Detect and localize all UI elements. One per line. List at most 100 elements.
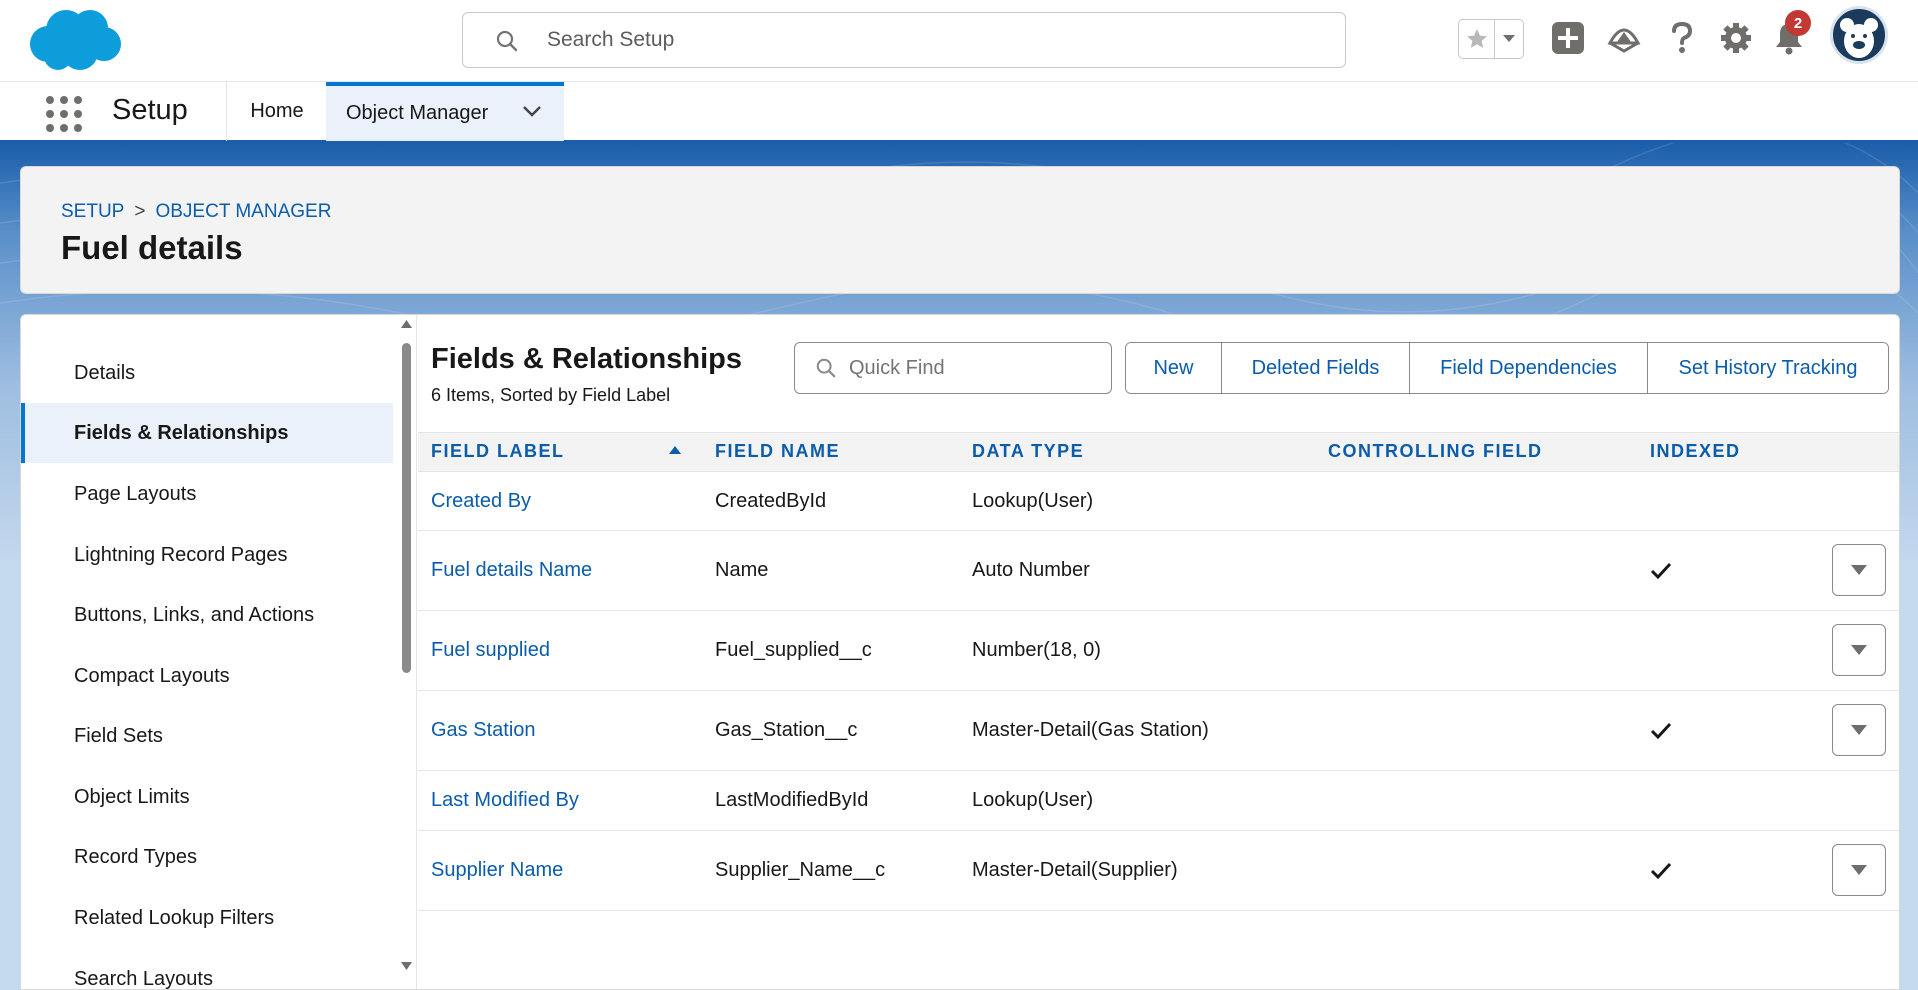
- field-name: Fuel_supplied__c: [715, 639, 872, 661]
- check-icon: [1650, 862, 1672, 880]
- quick-find-box[interactable]: [794, 342, 1112, 394]
- data-type: Lookup(User): [972, 490, 1094, 512]
- sidebar-item-page-layouts[interactable]: Page Layouts: [21, 464, 393, 524]
- search-icon: [816, 358, 836, 378]
- add-icon: [1552, 22, 1584, 54]
- row-actions-button[interactable]: [1832, 544, 1886, 596]
- breadcrumb: SETUP > OBJECT MANAGER: [61, 201, 331, 223]
- column-header-field-label[interactable]: FIELD LABEL: [431, 441, 565, 462]
- tab-home[interactable]: Home: [228, 82, 326, 141]
- section-title: Fields & Relationships: [431, 343, 742, 375]
- object-sidebar: Details Fields & Relationships Page Layo…: [21, 315, 417, 990]
- app-nav-bar: Setup Home Object Manager: [0, 81, 1918, 143]
- table-row: Fuel details Name Name Auto Number: [418, 531, 1899, 611]
- table-row: Fuel supplied Fuel_supplied__c Number(18…: [418, 611, 1899, 691]
- gear-icon: [1721, 23, 1751, 53]
- field-dependencies-button[interactable]: Field Dependencies: [1410, 343, 1648, 393]
- breadcrumb-setup[interactable]: SETUP: [61, 201, 124, 223]
- main-card: Details Fields & Relationships Page Layo…: [20, 314, 1900, 990]
- search-icon: [496, 30, 518, 52]
- chevron-down-icon: [1851, 865, 1867, 875]
- tab-object-manager[interactable]: Object Manager: [326, 82, 564, 141]
- field-name: Supplier_Name__c: [715, 859, 886, 881]
- table-row: Gas Station Gas_Station__c Master-Detail…: [418, 691, 1899, 771]
- avatar[interactable]: [1830, 6, 1888, 64]
- sidebar-scrollbar[interactable]: [397, 315, 415, 989]
- setup-gear-button[interactable]: [1714, 16, 1758, 60]
- page-title: Fuel details: [61, 229, 243, 266]
- table-row: Supplier Name Supplier_Name__c Master-De…: [418, 831, 1899, 911]
- sidebar-item-search-layouts[interactable]: Search Layouts: [21, 949, 393, 990]
- set-history-tracking-button[interactable]: Set History Tracking: [1648, 343, 1888, 393]
- data-type: Lookup(User): [972, 789, 1094, 811]
- chevron-down-icon[interactable]: [522, 104, 542, 118]
- scroll-up-icon[interactable]: [400, 319, 413, 329]
- field-label-link[interactable]: Last Modified By: [431, 789, 579, 812]
- setup-search-box[interactable]: [462, 12, 1346, 68]
- sidebar-item-related-lookup-filters[interactable]: Related Lookup Filters: [21, 888, 393, 948]
- breadcrumb-separator: >: [134, 201, 146, 222]
- field-name: LastModifiedById: [715, 789, 869, 811]
- trailhead-button[interactable]: [1602, 16, 1646, 60]
- notification-badge: 2: [1785, 10, 1811, 36]
- sidebar-item-field-sets[interactable]: Field Sets: [21, 706, 393, 766]
- chevron-down-icon: [1503, 35, 1515, 42]
- favorites-group: [1458, 19, 1524, 59]
- sidebar-item-buttons-links-actions[interactable]: Buttons, Links, and Actions: [21, 585, 393, 645]
- page-header: SETUP > OBJECT MANAGER Fuel details: [20, 166, 1900, 294]
- avatar-image: [1840, 18, 1878, 58]
- quick-find-input[interactable]: [849, 351, 1099, 385]
- sidebar-scroll-thumb[interactable]: [402, 343, 411, 673]
- field-actions-button-group: New Deleted Fields Field Dependencies Se…: [1125, 342, 1889, 394]
- field-name: CreatedById: [715, 490, 827, 512]
- row-actions-button[interactable]: [1832, 704, 1886, 756]
- section-subtitle: 6 Items, Sorted by Field Label: [431, 385, 671, 405]
- column-header-indexed[interactable]: INDEXED: [1650, 441, 1741, 462]
- salesforce-cloud-logo[interactable]: [24, 6, 122, 74]
- data-type: Master-Detail(Supplier): [972, 859, 1178, 881]
- sidebar-item-lightning-record-pages[interactable]: Lightning Record Pages: [21, 525, 393, 585]
- table-row: Last Modified By LastModifiedById Lookup…: [418, 771, 1899, 831]
- help-button[interactable]: [1660, 16, 1704, 60]
- sort-ascending-icon[interactable]: [668, 445, 682, 455]
- new-button[interactable]: New: [1126, 343, 1222, 393]
- favorites-list-button[interactable]: [1495, 20, 1523, 58]
- column-header-controlling-field[interactable]: CONTROLLING FIELD: [1328, 441, 1542, 462]
- table-header: FIELD LABEL FIELD NAME DATA TYPE CONTROL…: [418, 432, 1899, 472]
- global-actions-button[interactable]: [1546, 16, 1590, 60]
- app-name: Setup: [112, 94, 188, 126]
- field-label-link[interactable]: Fuel details Name: [431, 559, 592, 582]
- fields-content: Fields & Relationships 6 Items, Sorted b…: [418, 315, 1899, 989]
- app-launcher-icon[interactable]: [46, 96, 84, 132]
- help-icon: [1672, 21, 1693, 53]
- field-label-link[interactable]: Gas Station: [431, 719, 536, 742]
- row-actions-button[interactable]: [1832, 624, 1886, 676]
- favorites-button[interactable]: [1459, 20, 1495, 58]
- chevron-down-icon: [1851, 565, 1867, 575]
- search-input[interactable]: [547, 21, 1307, 59]
- sidebar-item-record-types[interactable]: Record Types: [21, 827, 393, 887]
- sidebar-item-compact-layouts[interactable]: Compact Layouts: [21, 646, 393, 706]
- field-label-link[interactable]: Fuel supplied: [431, 639, 550, 662]
- table-row: Created By CreatedById Lookup(User): [418, 472, 1899, 531]
- sidebar-item-object-limits[interactable]: Object Limits: [21, 767, 393, 827]
- chevron-down-icon: [1851, 725, 1867, 735]
- column-header-data-type[interactable]: DATA TYPE: [972, 441, 1084, 462]
- scroll-down-icon[interactable]: [400, 961, 413, 971]
- tab-object-manager-label: Object Manager: [346, 102, 489, 124]
- field-name: Name: [715, 559, 769, 581]
- field-label-link[interactable]: Supplier Name: [431, 859, 563, 882]
- check-icon: [1650, 562, 1672, 580]
- row-actions-button[interactable]: [1832, 844, 1886, 896]
- trailhead-icon: [1607, 28, 1641, 53]
- star-icon: [1466, 29, 1487, 48]
- field-label-link[interactable]: Created By: [431, 490, 531, 513]
- sidebar-item-fields-relationships[interactable]: Fields & Relationships: [21, 403, 393, 463]
- column-header-field-name[interactable]: FIELD NAME: [715, 441, 840, 462]
- check-icon: [1650, 722, 1672, 740]
- deleted-fields-button[interactable]: Deleted Fields: [1222, 343, 1410, 393]
- breadcrumb-object-manager[interactable]: OBJECT MANAGER: [155, 201, 331, 223]
- sidebar-item-details[interactable]: Details: [21, 343, 393, 403]
- data-type: Master-Detail(Gas Station): [972, 719, 1209, 741]
- chevron-down-icon: [1851, 645, 1867, 655]
